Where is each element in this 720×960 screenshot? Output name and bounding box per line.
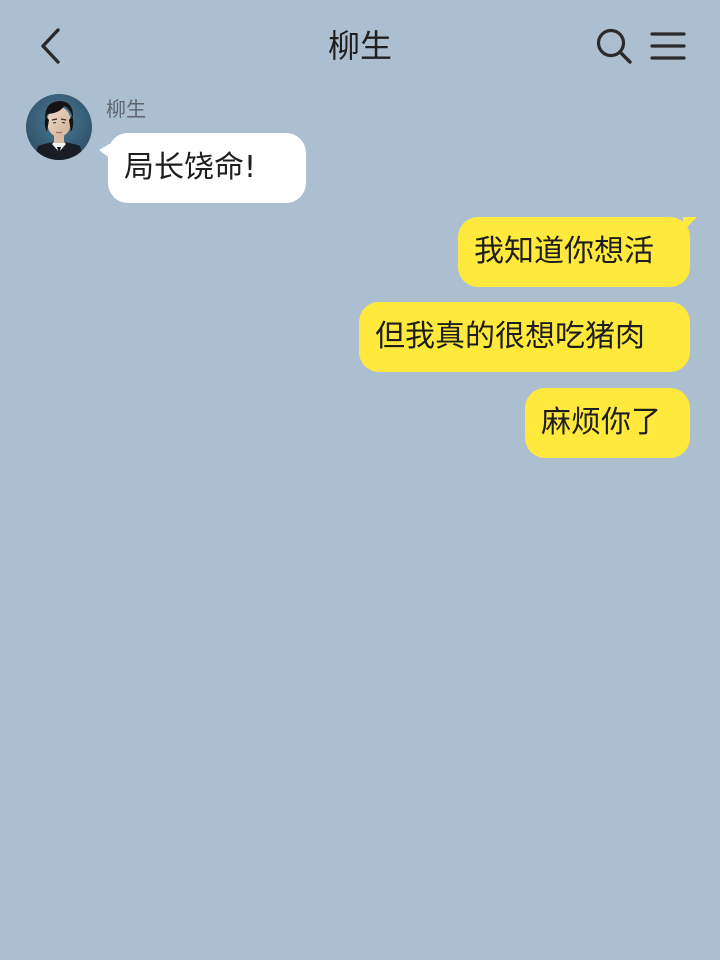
search-button[interactable] xyxy=(594,26,634,66)
search-icon xyxy=(596,28,632,64)
message-bubble-outgoing[interactable]: 麻烦你了 xyxy=(525,388,690,458)
message-bubble-outgoing[interactable]: 但我真的很想吃猪肉 xyxy=(359,302,690,372)
avatar[interactable] xyxy=(26,94,92,160)
chat-header: 柳生 xyxy=(0,0,720,92)
hamburger-menu-icon xyxy=(650,32,686,60)
sender-name: 柳生 xyxy=(106,97,146,121)
avatar-portrait xyxy=(26,94,92,160)
message-bubble-incoming[interactable]: 局长饶命! xyxy=(99,133,306,203)
message-bubble-outgoing[interactable]: 我知道你想活 xyxy=(458,217,697,287)
menu-button[interactable] xyxy=(648,26,688,66)
